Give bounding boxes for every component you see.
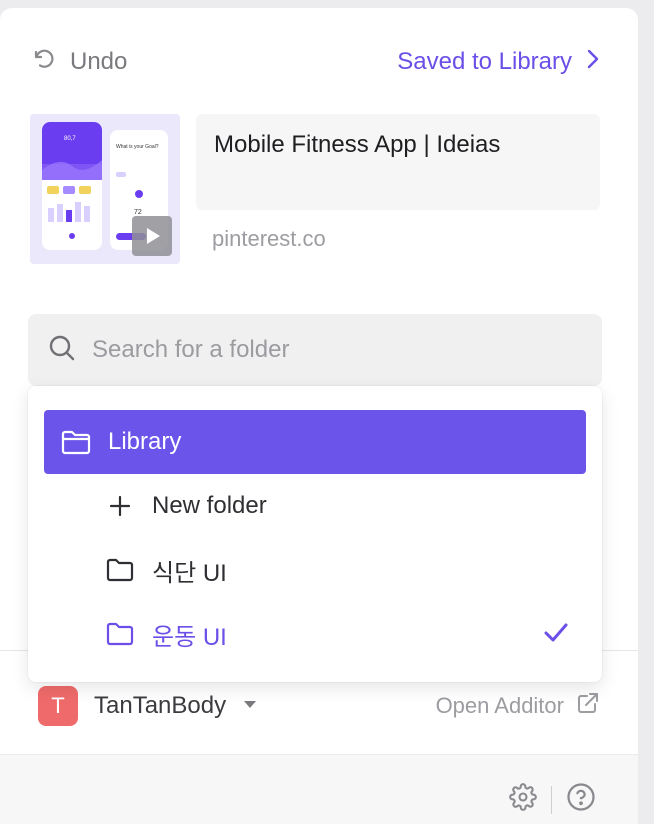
folder-item-library[interactable]: Library <box>44 410 586 474</box>
bottom-icons <box>509 782 596 817</box>
undo-button[interactable]: Undo <box>32 47 127 78</box>
divider <box>551 785 552 814</box>
folder-search-box[interactable] <box>28 314 602 386</box>
thumb-metric: 80,7 <box>64 136 76 142</box>
folder-dropdown: Library New folder 식단 UI 운동 UI <box>28 386 602 682</box>
item-source: pinterest.co <box>212 226 326 251</box>
chevron-right-icon <box>586 48 600 77</box>
open-additor-label: Open Additor <box>435 693 564 718</box>
folder-item[interactable]: 운동 UI <box>44 602 586 666</box>
search-input[interactable] <box>92 336 532 364</box>
open-additor-link[interactable]: Open Additor <box>436 691 600 721</box>
item-title-field[interactable]: Mobile Fitness App | Ideias <box>196 114 600 210</box>
folder-item[interactable]: 식단 UI <box>44 538 586 602</box>
folder-label: 운동 UI <box>152 623 227 651</box>
folder-label: 식단 UI <box>152 559 227 587</box>
workspace-selector[interactable]: T TanTanBody <box>38 686 258 726</box>
help-icon[interactable] <box>566 782 596 817</box>
thumbnail-image: 80,7 What is your Goal? 72 <box>30 114 180 264</box>
gear-icon[interactable] <box>509 783 537 816</box>
undo-icon <box>32 47 56 78</box>
thumb-question: What is your Goal? <box>116 144 159 150</box>
folder-open-icon <box>60 426 92 458</box>
undo-label: Undo <box>70 48 128 75</box>
item-title: Mobile Fitness App | Ideias <box>214 131 501 158</box>
search-icon <box>48 334 76 367</box>
avatar: T <box>38 686 78 726</box>
plus-icon <box>104 490 136 522</box>
workspace-name: TanTanBody <box>94 692 227 719</box>
saved-item-card: 80,7 What is your Goal? 72 Mobile Fitnes… <box>30 114 600 264</box>
folder-label: Library <box>108 428 182 455</box>
save-panel: Undo Saved to Library 80,7 What is your … <box>0 8 638 824</box>
footer-row: T TanTanBody Open Additor <box>38 686 600 726</box>
thumb-count: 72 <box>134 209 142 216</box>
top-bar: Undo Saved to Library <box>32 46 600 78</box>
saved-label: Saved to Library <box>397 48 572 75</box>
new-folder-label: New folder <box>152 492 267 519</box>
external-link-icon <box>576 691 600 721</box>
folder-icon <box>104 554 136 586</box>
caret-down-icon <box>242 697 258 715</box>
check-icon <box>542 618 570 653</box>
saved-to-library-link[interactable]: Saved to Library <box>397 48 600 77</box>
new-folder-button[interactable]: New folder <box>44 474 586 538</box>
thumbnail-illustration: 80,7 What is your Goal? 72 <box>30 114 180 264</box>
folder-icon <box>104 618 136 650</box>
